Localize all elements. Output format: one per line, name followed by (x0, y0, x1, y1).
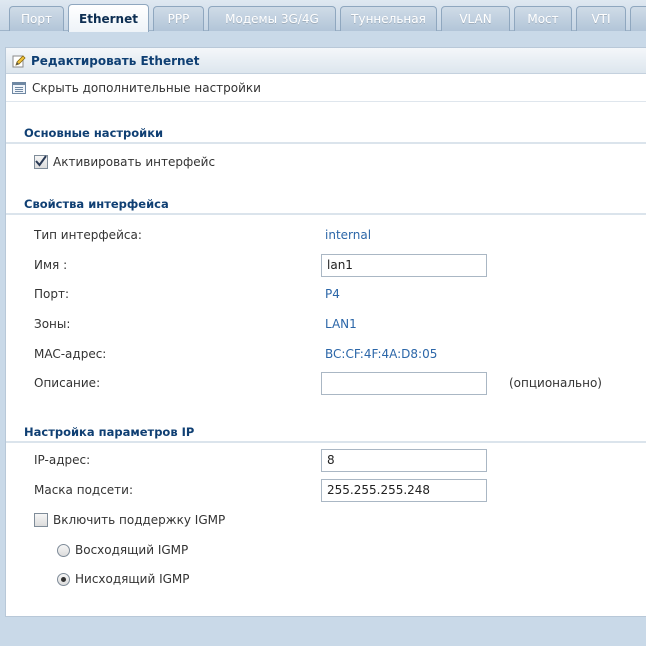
mac-label: MAC-адрес: (34, 347, 107, 361)
row-zones: Зоны: LAN1 (6, 311, 646, 337)
checkmark-icon (35, 155, 47, 167)
toggle-advanced-row[interactable]: Скрыть дополнительные настройки (6, 75, 646, 102)
section-title: Свойства интерфейса (24, 197, 169, 211)
tab-more[interactable] (630, 6, 646, 31)
row-ip: IP-адрес: (6, 447, 646, 473)
section-basic-title: Основные настройки (6, 126, 646, 144)
port-label: Порт: (34, 287, 70, 301)
tab-label: PPP (167, 12, 190, 26)
igmp-row[interactable]: Включить поддержку IGMP (34, 513, 225, 527)
activate-interface-checkbox[interactable] (34, 155, 48, 169)
upstream-igmp-radio[interactable] (57, 543, 70, 557)
section-title: Основные настройки (24, 126, 164, 140)
igmp-checkbox[interactable] (34, 513, 48, 527)
tab-label: Мост (527, 12, 559, 26)
mask-input[interactable] (321, 478, 487, 502)
description-label: Описание: (34, 376, 101, 390)
tab-port[interactable]: Порт (9, 6, 64, 31)
row-description: Описание: (опционально) (6, 370, 646, 396)
tab-label: Порт (21, 12, 52, 26)
upstream-igmp-label: Восходящий IGMP (75, 543, 189, 557)
tab-label: VTI (591, 12, 611, 26)
row-name: Имя : (6, 252, 646, 278)
zones-value: LAN1 (325, 317, 357, 331)
edit-ethernet-panel: Редактировать Ethernet Скрыть дополнител… (5, 47, 646, 617)
description-hint: (опционально) (509, 376, 602, 390)
ip-label: IP-адрес: (34, 453, 91, 467)
section-props-title: Свойства интерфейса (6, 197, 646, 215)
tab-vlan[interactable]: VLAN (441, 6, 510, 31)
tab-tunnel[interactable]: Туннельная (340, 6, 437, 31)
row-type: Тип интерфейса: internal (6, 222, 646, 248)
tab-label: VLAN (459, 12, 492, 26)
tab-modems[interactable]: Модемы 3G/4G (208, 6, 336, 31)
activate-interface-row[interactable]: Активировать интерфейс (34, 155, 215, 169)
row-mac: MAC-адрес: BC:CF:4F:4A:D8:05 (6, 341, 646, 367)
tab-vti[interactable]: VTI (576, 6, 626, 31)
row-port: Порт: P4 (6, 281, 646, 307)
tab-ethernet[interactable]: Ethernet (68, 4, 149, 32)
type-value: internal (325, 228, 372, 242)
panel-header: Редактировать Ethernet (6, 48, 646, 74)
upstream-igmp-row[interactable]: Восходящий IGMP (57, 543, 188, 557)
downstream-igmp-radio[interactable] (57, 572, 70, 586)
activate-interface-label: Активировать интерфейс (53, 155, 216, 169)
type-label: Тип интерфейса: (34, 228, 142, 242)
tab-bridge[interactable]: Мост (514, 6, 572, 31)
description-input[interactable] (321, 371, 487, 395)
mac-value: BC:CF:4F:4A:D8:05 (325, 347, 438, 361)
mask-label: Маска подсети: (34, 483, 134, 497)
tab-label: Модемы 3G/4G (225, 12, 319, 26)
row-mask: Маска подсети: (6, 477, 646, 503)
zones-label: Зоны: (34, 317, 71, 331)
port-value: P4 (325, 287, 340, 301)
ip-input[interactable] (321, 448, 487, 472)
tab-ppp[interactable]: PPP (153, 6, 204, 31)
panel-title: Редактировать Ethernet (31, 53, 200, 68)
tab-label: Туннельная (351, 12, 426, 26)
tab-bar: Порт Ethernet PPP Модемы 3G/4G Туннельна… (0, 0, 646, 32)
downstream-igmp-label: Нисходящий IGMP (75, 572, 190, 586)
name-label: Имя : (34, 258, 68, 272)
name-input[interactable] (321, 253, 487, 277)
downstream-igmp-row[interactable]: Нисходящий IGMP (57, 572, 190, 586)
toggle-advanced-link[interactable]: Скрыть дополнительные настройки (32, 81, 261, 95)
section-title: Настройка параметров IP (24, 425, 195, 439)
section-ip-title: Настройка параметров IP (6, 425, 646, 443)
igmp-label: Включить поддержку IGMP (53, 513, 226, 527)
tab-label: Ethernet (79, 11, 138, 26)
pencil-icon (12, 54, 26, 68)
list-icon (12, 82, 26, 94)
